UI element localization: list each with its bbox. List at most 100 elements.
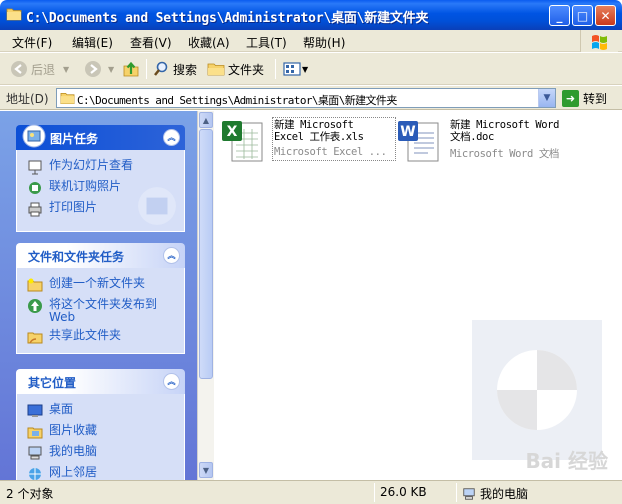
forward-dropdown-icon[interactable]: ▼: [108, 65, 114, 74]
task-new-folder[interactable]: 创建一个新文件夹: [17, 274, 184, 295]
status-separator: [374, 483, 375, 502]
place-my-computer[interactable]: 我的电脑: [17, 442, 184, 463]
go-arrow-icon: ➜: [562, 89, 579, 107]
baidu-watermark: Bai 经验: [525, 449, 608, 473]
printer-icon: [28, 202, 42, 217]
publish-web-icon: [28, 299, 42, 313]
toolbar-separator: [146, 59, 147, 79]
menu-view[interactable]: 查看(V): [130, 34, 172, 51]
file-tasks-header[interactable]: 文件和文件夹任务 ︽: [16, 243, 185, 268]
task-share-folder[interactable]: 共享此文件夹: [17, 326, 184, 347]
file-list[interactable]: X 新建 Microsoft Excel 工作表.xls Microsoft E…: [214, 111, 622, 480]
views-button[interactable]: ▼: [283, 59, 308, 79]
task-label: 桌面: [49, 402, 74, 416]
other-places-header[interactable]: 其它位置 ︽: [16, 369, 185, 394]
go-button[interactable]: ➜ 转到: [562, 89, 607, 107]
menu-edit[interactable]: 编辑(E): [72, 34, 113, 51]
new-folder-icon: [27, 278, 43, 292]
slideshow-icon: [28, 160, 42, 175]
status-bar: 2 个对象 26.0 KB 我的电脑: [0, 480, 622, 504]
task-publish-web[interactable]: 将这个文件夹发布到 Web: [17, 295, 184, 326]
title-bar[interactable]: C:\Documents and Settings\Administrator\…: [0, 0, 622, 30]
file-type: Microsoft Excel ...: [274, 146, 387, 158]
task-label: 网上邻居: [49, 465, 98, 479]
search-label: 搜索: [173, 62, 198, 77]
address-value: C:\Documents and Settings\Administrator\…: [77, 94, 397, 107]
picture-tasks-body: 作为幻灯片查看 联机订购照片 打印图片: [16, 150, 185, 232]
desktop-icon: [27, 404, 43, 417]
file-name: 新建 Microsoft Word 文档.doc: [450, 119, 560, 143]
folder-icon: [207, 63, 225, 76]
collapse-chevron-icon[interactable]: ︽: [163, 129, 180, 146]
other-places-body: 桌面 图片收藏 我的电脑 网上邻居: [16, 394, 185, 480]
back-button[interactable]: 后退 ▼: [10, 59, 69, 79]
scrollbar-thumb[interactable]: [199, 129, 213, 379]
menu-tools[interactable]: 工具(T): [246, 34, 287, 51]
task-slideshow[interactable]: 作为幻灯片查看: [17, 156, 184, 177]
menu-help[interactable]: 帮助(H): [303, 34, 345, 51]
task-pane: 图片任务 ︽ 作为幻灯片查看 联机订购照片 打印图片 文件和文件夹任务 ︽ 创建…: [0, 111, 197, 480]
file-name: 新建 Microsoft Excel 工作表.xls: [274, 119, 364, 143]
file-tasks-title: 文件和文件夹任务: [28, 250, 125, 264]
file-tasks-body: 创建一个新文件夹 将这个文件夹发布到 Web 共享此文件夹: [16, 268, 185, 354]
folder-icon: [60, 92, 75, 104]
task-pane-scrollbar[interactable]: ▲ ▼: [197, 111, 214, 480]
my-computer-icon: [463, 487, 475, 500]
status-object-count: 2 个对象: [6, 487, 54, 501]
file-item-excel[interactable]: X 新建 Microsoft Excel 工作表.xls Microsoft E…: [220, 117, 400, 165]
windows-logo: [580, 30, 618, 52]
place-desktop[interactable]: 桌面: [17, 400, 184, 421]
maximize-button[interactable]: □: [572, 5, 593, 26]
forward-button[interactable]: ▼: [84, 59, 114, 79]
place-network[interactable]: 网上邻居: [17, 463, 184, 480]
place-my-pictures[interactable]: 图片收藏: [17, 421, 184, 442]
status-separator: [456, 483, 457, 502]
address-bar: 地址(D) C:\Documents and Settings\Administ…: [0, 86, 622, 110]
file-item-word[interactable]: W 新建 Microsoft Word 文档.doc Microsoft Wor…: [396, 117, 596, 165]
address-dropdown-icon[interactable]: ▼: [538, 89, 555, 107]
word-icon: W: [398, 121, 439, 162]
panel-watermark-icon: [138, 187, 176, 225]
window-title: C:\Documents and Settings\Administrator\…: [26, 11, 429, 26]
svg-text:X: X: [227, 124, 238, 140]
minimize-button[interactable]: _: [549, 5, 570, 26]
picture-tasks-title: 图片任务: [50, 132, 99, 146]
views-dropdown-icon[interactable]: ▼: [302, 65, 308, 74]
views-icon: [283, 62, 301, 76]
task-label: 打印图片: [49, 200, 98, 214]
address-label: 地址(D): [6, 92, 49, 106]
folders-label: 文件夹: [228, 62, 265, 77]
scroll-down-icon[interactable]: ▼: [199, 462, 213, 478]
my-pictures-icon: [27, 427, 43, 439]
go-label: 转到: [583, 91, 608, 106]
collapse-chevron-icon[interactable]: ︽: [163, 247, 180, 264]
up-folder-button[interactable]: [122, 59, 140, 79]
menu-bar: 文件(F) 编辑(E) 查看(V) 收藏(A) 工具(T) 帮助(H): [0, 30, 622, 52]
back-arrow-icon: [11, 61, 27, 77]
excel-icon: X: [222, 121, 263, 162]
picture-tasks-header[interactable]: 图片任务 ︽: [16, 124, 185, 150]
file-type: Microsoft Word 文档: [450, 148, 560, 160]
scroll-up-icon[interactable]: ▲: [199, 112, 213, 128]
status-location: 我的电脑: [462, 485, 528, 502]
folder-icon: [6, 8, 22, 21]
folders-button[interactable]: 文件夹: [207, 59, 264, 79]
search-button[interactable]: 搜索: [152, 59, 197, 79]
address-input[interactable]: C:\Documents and Settings\Administrator\…: [56, 88, 556, 108]
svg-text:W: W: [400, 124, 415, 140]
toolbar-separator: [275, 59, 276, 79]
windows-flag-icon: [592, 35, 607, 50]
search-icon: [154, 61, 168, 76]
collapse-chevron-icon[interactable]: ︽: [163, 373, 180, 390]
task-label: 联机订购照片: [49, 179, 122, 193]
menu-favorites[interactable]: 收藏(A): [188, 34, 230, 51]
file-tasks-panel: 文件和文件夹任务 ︽ 创建一个新文件夹 将这个文件夹发布到 Web 共享此文件夹: [16, 243, 185, 354]
menu-file[interactable]: 文件(F): [12, 34, 52, 51]
status-size: 26.0 KB: [380, 485, 427, 499]
other-places-panel: 其它位置 ︽ 桌面 图片收藏 我的电脑 网上邻居: [16, 369, 185, 480]
standard-toolbar: 后退 ▼ ▼ 搜索 文件夹 ▼: [0, 53, 622, 85]
close-button[interactable]: ✕: [595, 5, 616, 26]
order-prints-icon: [29, 182, 41, 194]
back-dropdown-icon[interactable]: ▼: [63, 65, 69, 74]
up-folder-icon: [123, 61, 139, 77]
